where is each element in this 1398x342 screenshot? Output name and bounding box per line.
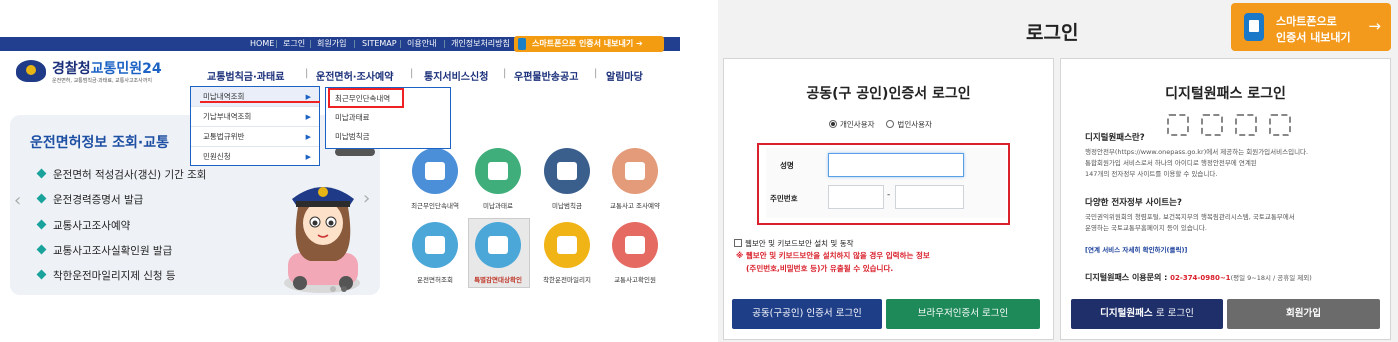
mileage-icon <box>557 236 577 254</box>
pin-icon <box>1269 114 1291 136</box>
service-recent-enforcement[interactable]: 최근무인단속내역 <box>402 148 468 211</box>
util-login-link[interactable]: 로그인 <box>283 37 305 51</box>
logo-subtitle: 운전면허, 교통범칙금·과태료, 교통사고조사까지 <box>52 78 152 84</box>
left-site-panel: HOME | 로그인 | 회원가입 | SITEMAP | 이용안내 | 개인정… <box>0 0 685 342</box>
service-accident-certificate[interactable]: 교통사고확인원 <box>602 222 668 285</box>
submenu-unpaid-penalty[interactable]: 미납과태료 <box>326 109 450 127</box>
cert-login-title: 공동(구 공인)인증서 로그인 <box>806 86 971 102</box>
join-button[interactable]: 회원가입 <box>1227 299 1380 329</box>
traffic-light-icon <box>335 148 375 156</box>
hero-item[interactable]: 착한운전마일리지제 신청 등 <box>36 268 176 283</box>
service-unpaid-penalty[interactable]: 미납과태료 <box>465 148 531 211</box>
cert-export-button[interactable]: 스마트폰으로 인증서 내보내기 → <box>1231 3 1391 51</box>
util-home-link[interactable]: HOME <box>250 37 274 51</box>
login-page-panel: 로그인 스마트폰으로 인증서 내보내기 → 공동(구 공인)인증서 로그인 개인… <box>718 0 1398 342</box>
hero-item[interactable]: 운전경력증명서 발급 <box>36 192 143 207</box>
radio-personal[interactable]: 개인사용자 <box>829 120 875 129</box>
util-sitemap-link[interactable]: SITEMAP <box>362 37 397 51</box>
util-join-link[interactable]: 회원가입 <box>317 37 346 51</box>
egov-question: 다양한 전자정부 사이트는? <box>1085 198 1182 208</box>
onepass-desc-3: 147개의 전자정부 사이트를 이용할 수 있습니다. <box>1085 170 1218 178</box>
arrow-right-icon: → <box>1368 17 1381 35</box>
face-id-icon <box>1167 114 1189 136</box>
gnav-license[interactable]: 운전면허·조사예약 <box>316 68 393 83</box>
egov-desc-2: 운영하는 국토교통부홈페이지 등이 있습니다. <box>1085 224 1207 232</box>
warning-sign-icon <box>557 162 577 180</box>
hero-item[interactable]: 교통사고조사예약 <box>36 218 130 233</box>
police-mascot-illustration <box>284 187 360 293</box>
hero-item[interactable]: 운전면허 적성검사(갱신) 기간 조회 <box>36 167 206 182</box>
phone-icon <box>518 38 526 50</box>
carousel-prev-icon[interactable]: ‹ <box>14 190 21 211</box>
logo-title-b: 교통민원24 <box>90 61 162 77</box>
service-accident-booking[interactable]: 교통사고 조사예약 <box>602 148 668 211</box>
security-warning: ※ 웹보안 및 키보드보안을 설치하지 않을 경우 입력하는 정보 <box>736 251 930 260</box>
red-box-highlight <box>757 143 1010 225</box>
cert-login-box: 공동(구 공인)인증서 로그인 개인사용자 법인사용자 성명 주민번호 - 웹보… <box>723 58 1054 340</box>
onepass-contact: 디지털원패스 이용문의 : 02-374-0980~1(평일 9~18시 / 공… <box>1085 273 1312 282</box>
dropdown-paid-lookup[interactable]: 기납부내역조회 ▶ <box>191 107 319 127</box>
util-guide-link[interactable]: 이용안내 <box>407 37 436 51</box>
report-icon <box>625 162 645 180</box>
gnav-board[interactable]: 알림마당 <box>606 68 643 83</box>
security-warning-2: (주민번호,비밀번호 등)가 유출될 수 있습니다. <box>746 264 894 273</box>
service-special-reduction[interactable]: 특별감면대상확인 <box>465 222 531 285</box>
gnav-mail-return[interactable]: 우편물반송공고 <box>514 68 578 83</box>
money-icon <box>488 162 508 180</box>
hero-title: 운전면허정보 조회·교통 <box>30 135 169 151</box>
gnav-fine[interactable]: 교통범칙금·과태료 <box>207 68 284 83</box>
police-logo[interactable]: 경찰청교통민원24 운전면허, 교통범칙금·과태료, 교통사고조사까지 <box>16 58 186 86</box>
user-type-radios: 개인사용자 법인사용자 <box>829 119 932 130</box>
police-emblem-icon <box>16 60 46 82</box>
gnav-notice-service[interactable]: 통지서비스신청 <box>424 68 488 83</box>
digital-onepass-box: 디지털원패스 로그인 디지털원패스란? 행정안전부(https://www.on… <box>1060 58 1391 340</box>
red-box-highlight <box>328 88 404 108</box>
dropdown-unpaid-lookup[interactable]: 미납내역조회 ▶ <box>191 87 319 107</box>
hero-item[interactable]: 교통사고조사실확인원 발급 <box>36 243 172 258</box>
fine-dropdown-menu: 미납내역조회 ▶ 기납부내역조회 ▶ 교통법규위반 ▶ 민원신청 ▶ <box>190 86 320 166</box>
cert-login-button[interactable]: 공동(구공인) 인증서 로그인 <box>732 299 882 329</box>
browser-cert-login-button[interactable]: 브라우저인증서 로그인 <box>886 299 1040 329</box>
service-unpaid-fine[interactable]: 미납범칙금 <box>534 148 600 211</box>
red-underline-highlight <box>200 101 320 103</box>
carousel-dots <box>330 277 352 296</box>
onepass-login-button[interactable]: 디지털원패스 로 로그인 <box>1071 299 1223 329</box>
car-crash-icon <box>625 236 645 254</box>
submenu-unpaid-fine[interactable]: 미납범칙금 <box>326 128 450 146</box>
radio-corporate[interactable]: 법인사용자 <box>886 120 932 129</box>
logo-title-a: 경찰청 <box>52 61 91 77</box>
cert-export-button[interactable]: 스마트폰으로 인증서 내보내기 ➔ <box>514 36 664 52</box>
id-card-icon <box>488 236 508 254</box>
pattern-icon <box>1235 114 1257 136</box>
linked-service-link[interactable]: [연계 서비스 자세히 확인하기(클릭)] <box>1085 244 1187 254</box>
dropdown-violation[interactable]: 교통법규위반 ▶ <box>191 127 319 147</box>
onepass-title: 디지털원패스 로그인 <box>1165 86 1286 102</box>
security-checkbox[interactable]: 웹보안 및 키보드보안 설치 및 동작 <box>734 238 854 249</box>
fingerprint-icon <box>1201 114 1223 136</box>
page-title: 로그인 <box>1026 22 1079 44</box>
service-good-driving-mileage[interactable]: 착한운전마일리지 <box>534 222 600 285</box>
onepass-desc-1: 행정안전부(https://www.onepass.go.kr)에서 제공하는 … <box>1085 148 1309 156</box>
util-privacy-link[interactable]: 개인정보처리방침 <box>451 37 510 51</box>
onepass-question: 디지털원패스란? <box>1085 133 1145 143</box>
smartphone-icon <box>1244 13 1264 41</box>
service-license-lookup[interactable]: 운전면허조회 <box>402 222 468 285</box>
camera-icon <box>425 162 445 180</box>
dropdown-petition[interactable]: 민원신청 ▶ <box>191 147 319 167</box>
egov-desc-1: 국민권익위원회의 청렴포털, 보건복지부의 행복림관리시스템, 국토교통부에서 <box>1085 213 1295 221</box>
license-card-icon <box>425 236 445 254</box>
onepass-desc-2: 통합회원가입 서비스로서 하나의 아이디로 행정안전부에 연계된 <box>1085 159 1257 167</box>
